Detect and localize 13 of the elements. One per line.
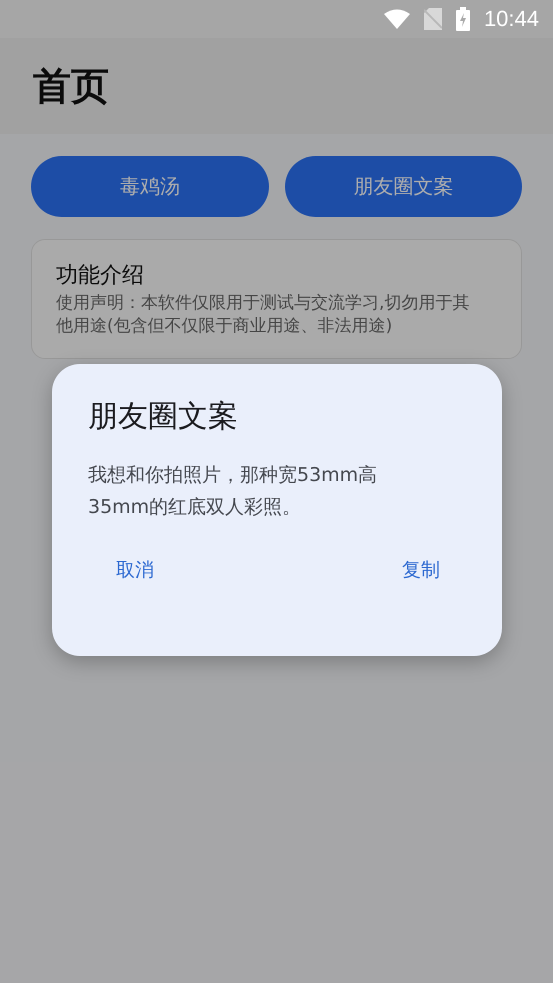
card-description: 使用声明：本软件仅限用于测试与交流学习,切勿用于其他用途(包含但不仅限于商业用途、非法用途) (56, 292, 470, 338)
status-time: 10:44 (484, 6, 539, 32)
wifi-icon (384, 9, 410, 29)
dialog-title: 朋友圈文案 (88, 398, 239, 436)
dialog-message: 我想和你拍照片，那种宽53mm高35mm的红底双人彩照。 (88, 463, 378, 520)
dialog-action-button[interactable]: 复制 (386, 549, 456, 591)
page-title: 首页 (33, 62, 109, 110)
battery-charging-icon (456, 7, 470, 31)
category-button[interactable]: 朋友圈文案 (284, 156, 522, 217)
card-title: 功能介绍 (56, 262, 145, 290)
dialog-action-button[interactable]: 取消 (100, 549, 170, 591)
category-button[interactable]: 毒鸡汤 (31, 156, 268, 217)
no-sim-icon (424, 8, 442, 30)
